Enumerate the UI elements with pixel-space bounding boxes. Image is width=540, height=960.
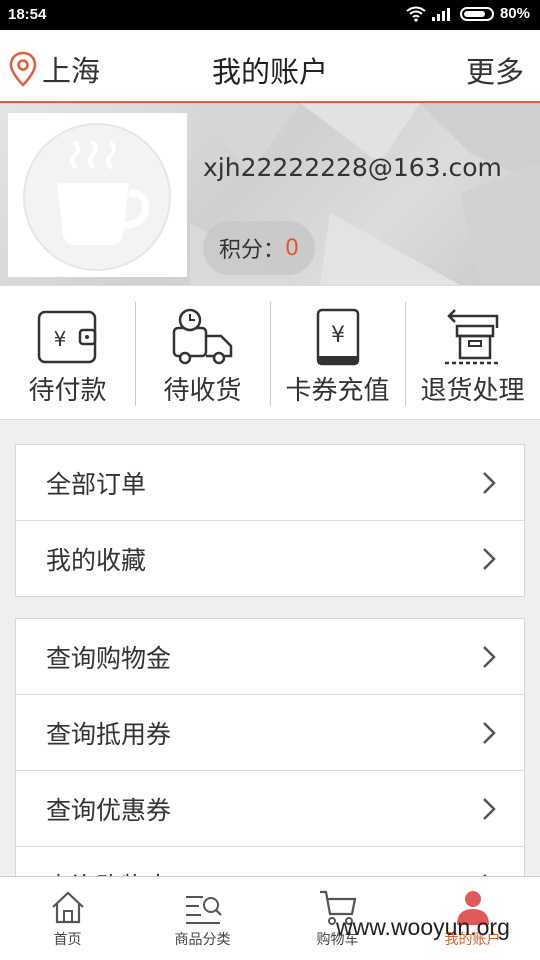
chevron-right-icon xyxy=(483,548,496,570)
pending-payment-button[interactable]: ¥ 待付款 xyxy=(0,286,135,419)
wifi-icon xyxy=(406,6,426,22)
user-email: xjh22222228@163.com xyxy=(203,153,502,182)
more-button[interactable]: 更多 xyxy=(466,49,524,91)
page-title: 我的账户 xyxy=(211,55,328,89)
return-process-button[interactable]: 退货处理 xyxy=(405,286,540,419)
row-label: 查询优惠券 xyxy=(46,796,172,825)
status-bar: 18:54 80% xyxy=(0,0,540,30)
shopping-card-row[interactable]: 查询购物卡 xyxy=(16,846,524,876)
row-label: 全部订单 xyxy=(46,470,147,499)
all-orders-row[interactable]: 全部订单 xyxy=(16,445,524,520)
watermark: www.wooyun.org xyxy=(336,914,510,940)
row-label: 查询购物卡 xyxy=(46,867,171,876)
tab-categories[interactable]: 商品分类 xyxy=(135,877,270,960)
tab-home[interactable]: 首页 xyxy=(0,877,135,960)
chevron-right-icon xyxy=(483,646,496,668)
tab-label: 商品分类 xyxy=(174,932,231,948)
battery-icon xyxy=(459,6,494,21)
order-label: 卡券充值 xyxy=(285,376,390,406)
top-nav-bar: 上海 我的账户 更多 xyxy=(0,30,540,103)
delivery-truck-icon xyxy=(172,308,232,365)
points-label: 积分： xyxy=(219,238,286,263)
avatar[interactable] xyxy=(8,113,187,277)
order-status-bar: ¥ 待付款 待收货 ¥ 卡券充值 退货处理 xyxy=(0,285,540,420)
points-value: 0 xyxy=(285,235,300,261)
coffee-cup-icon xyxy=(57,141,150,245)
chevron-right-icon xyxy=(483,798,496,820)
shopping-funds-row[interactable]: 查询购物金 xyxy=(16,619,524,694)
favorites-row[interactable]: 我的收藏 xyxy=(16,520,524,596)
clock: 18:54 xyxy=(8,6,47,23)
profile-header: xjh22222228@163.com 积分： 0 xyxy=(0,103,540,285)
wallet-icon: ¥ xyxy=(37,310,96,364)
chevron-right-icon xyxy=(483,472,496,494)
pending-delivery-button[interactable]: 待收货 xyxy=(135,286,270,419)
tab-label: 首页 xyxy=(53,932,82,948)
return-box-icon xyxy=(444,309,501,365)
category-search-icon xyxy=(185,896,222,924)
row-label: 查询购物金 xyxy=(46,644,172,673)
vouchers-row[interactable]: 查询抵用券 xyxy=(16,694,524,770)
menu-group-orders: 全部订单 我的收藏 xyxy=(15,444,525,597)
home-icon xyxy=(51,891,84,924)
row-label: 查询抵用券 xyxy=(46,720,172,749)
order-label: 退货处理 xyxy=(420,376,525,406)
order-label: 待付款 xyxy=(28,376,107,406)
svg-text:¥: ¥ xyxy=(331,323,345,348)
order-label: 待收货 xyxy=(163,376,242,406)
status-icons: 80% xyxy=(406,5,530,22)
row-label: 我的收藏 xyxy=(46,546,147,575)
menu-group-queries: 查询购物金 查询抵用券 查询优惠券 查询购物卡 xyxy=(15,618,525,876)
chevron-right-icon xyxy=(483,722,496,744)
avatar-placeholder xyxy=(23,123,171,271)
svg-text:¥: ¥ xyxy=(53,327,66,351)
card-recharge-button[interactable]: ¥ 卡券充值 xyxy=(270,286,405,419)
signal-icon xyxy=(431,7,450,21)
points-badge: 积分： 0 xyxy=(203,221,316,275)
phone-yen-icon: ¥ xyxy=(316,308,359,366)
coupons-row[interactable]: 查询优惠券 xyxy=(16,770,524,846)
battery-percent: 80% xyxy=(499,5,530,22)
